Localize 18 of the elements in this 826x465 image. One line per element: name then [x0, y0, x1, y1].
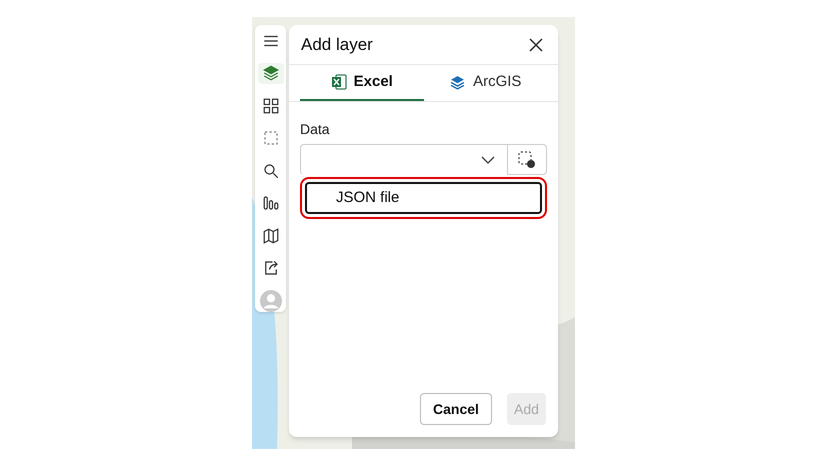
grid-icon: [262, 96, 280, 115]
chevron-down-icon: [481, 156, 495, 164]
bars-icon: [262, 194, 280, 212]
selection-icon: [518, 150, 536, 168]
tab[interactable]: Excel: [300, 65, 424, 101]
layers-icon: [262, 64, 280, 82]
layers-icon: [449, 74, 466, 90]
spreadsheet-icon: [330, 74, 347, 90]
tab[interactable]: ArcGIS: [424, 65, 547, 101]
dropdown-option[interactable]: JSON file: [305, 182, 542, 214]
close-icon: [529, 38, 543, 52]
select-area-button[interactable]: [508, 144, 547, 175]
field-label: Data: [300, 120, 331, 139]
selection-icon: [262, 129, 280, 148]
cancel-button[interactable]: Cancel: [420, 393, 492, 425]
map-icon: [262, 226, 280, 245]
dialog-title: Add layer: [301, 34, 373, 56]
search-icon: [262, 162, 280, 180]
